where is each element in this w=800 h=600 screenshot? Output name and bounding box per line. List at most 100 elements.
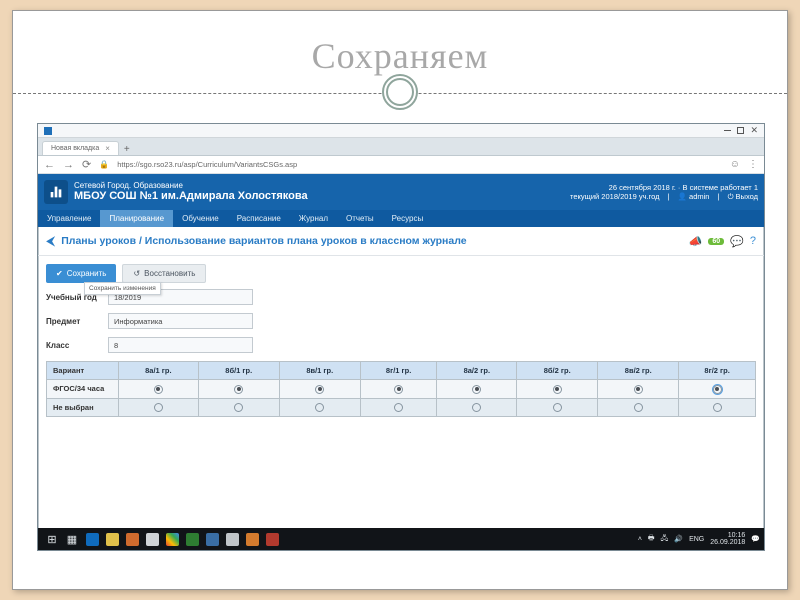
- col-group: 8г/2 гр.: [679, 362, 756, 380]
- variants-table: Вариант 8а/1 гр. 8б/1 гр. 8в/1 гр. 8г/1 …: [46, 361, 756, 417]
- nav-reload-icon[interactable]: ⟳: [82, 158, 91, 171]
- radio[interactable]: [713, 385, 722, 394]
- save-button[interactable]: ✔ Сохранить: [46, 264, 116, 283]
- col-group: 8б/2 гр.: [517, 362, 598, 380]
- radio[interactable]: [394, 403, 403, 412]
- tray-volume-icon[interactable]: 🔊: [674, 535, 683, 543]
- app-icon: [44, 127, 52, 135]
- profile-icon[interactable]: ☺: [730, 159, 740, 170]
- class-label: Класс: [46, 341, 108, 350]
- banner-datetime: 26 сентября 2018 г. · В системе работает…: [564, 183, 758, 192]
- ring-ornament: [382, 74, 418, 110]
- class-field[interactable]: 8: [108, 337, 253, 353]
- message-badge[interactable]: 60: [708, 238, 724, 245]
- radio[interactable]: [472, 385, 481, 394]
- app-banner: Сетевой Город. Образование МБОУ СОШ №1 и…: [38, 174, 764, 210]
- maximize-button[interactable]: [737, 127, 744, 134]
- table-row: ФГОС/34 часа: [47, 380, 756, 399]
- browser-window: ✕ Новая вкладка × + ← → ⟳ 🔒 https://sgo.…: [37, 123, 765, 551]
- radio[interactable]: [553, 403, 562, 412]
- taskbar-app[interactable]: [182, 530, 202, 548]
- app-logo: [44, 180, 68, 204]
- taskbar-app[interactable]: [162, 530, 182, 548]
- close-button[interactable]: ✕: [750, 125, 758, 136]
- address-bar: ← → ⟳ 🔒 https://sgo.rso23.ru/asp/Curricu…: [38, 156, 764, 174]
- tray-clock[interactable]: 10:16 26.09.2018: [710, 532, 745, 546]
- help-icon[interactable]: ?: [750, 235, 756, 247]
- radio[interactable]: [315, 385, 324, 394]
- main-menu: Управление Планирование Обучение Расписа…: [38, 210, 764, 227]
- taskbar-app[interactable]: [202, 530, 222, 548]
- taskbar-app[interactable]: [122, 530, 142, 548]
- windows-taskbar: ⊞ ▦ ˄ 🖶 🖧 🔊 ENG 10:16 26.09.2018: [38, 528, 764, 550]
- banner-line1: Сетевой Город. Образование: [74, 181, 308, 190]
- new-tab-button[interactable]: +: [124, 144, 130, 155]
- chat-icon[interactable]: 💬: [730, 235, 744, 248]
- save-tooltip: Сохранить изменения: [84, 282, 161, 295]
- col-group: 8а/2 гр.: [437, 362, 517, 380]
- taskbar-app[interactable]: [102, 530, 122, 548]
- slide: Сохраняем ✕ Новая вкладка × + ← → ⟳ 🔒 ht…: [12, 10, 788, 590]
- breadcrumb-text: Планы уроков / Использование вариантов п…: [61, 235, 466, 247]
- taskbar-app[interactable]: [82, 530, 102, 548]
- action-center-icon[interactable]: 💬: [751, 535, 760, 543]
- filter-form: Учебный год 18/2019 Предмет Информатика …: [38, 289, 764, 353]
- tray-chevron-icon[interactable]: ˄: [638, 536, 642, 543]
- tab-strip: Новая вкладка × +: [38, 138, 764, 156]
- radio[interactable]: [234, 403, 243, 412]
- radio[interactable]: [553, 385, 562, 394]
- taskbar-app[interactable]: [222, 530, 242, 548]
- menu-item[interactable]: Управление: [38, 210, 100, 227]
- menu-item[interactable]: Планирование: [100, 210, 173, 227]
- banner-line2: МБОУ СОШ №1 им.Адмирала Холостякова: [74, 190, 308, 203]
- radio[interactable]: [154, 403, 163, 412]
- logout-link[interactable]: Выход: [728, 192, 758, 201]
- minimize-button[interactable]: [724, 130, 731, 132]
- tray-language[interactable]: ENG: [689, 536, 704, 543]
- banner-year: текущий 2018/2019 уч.год: [570, 192, 660, 201]
- menu-dots-icon[interactable]: ⋮: [748, 159, 758, 170]
- tab-close-icon[interactable]: ×: [105, 144, 110, 153]
- col-group: 8в/1 гр.: [279, 362, 360, 380]
- megaphone-icon[interactable]: 📣: [689, 235, 703, 248]
- start-button[interactable]: ⊞: [42, 530, 62, 548]
- nav-back-icon[interactable]: ←: [44, 159, 55, 171]
- row-label: Не выбран: [47, 398, 119, 417]
- taskview-icon[interactable]: ▦: [62, 530, 82, 548]
- tray-printer-icon[interactable]: 🖶: [648, 534, 655, 545]
- menu-item[interactable]: Обучение: [173, 210, 228, 227]
- browser-tab[interactable]: Новая вкладка ×: [42, 141, 119, 155]
- taskbar-app[interactable]: [262, 530, 282, 548]
- subject-field[interactable]: Информатика: [108, 313, 253, 329]
- menu-item[interactable]: Расписание: [228, 210, 290, 227]
- banner-user[interactable]: admin: [678, 192, 710, 201]
- restore-label: Восстановить: [144, 269, 195, 278]
- nav-forward-icon[interactable]: →: [63, 159, 74, 171]
- radio[interactable]: [154, 385, 163, 394]
- radio[interactable]: [713, 403, 722, 412]
- slide-title: Сохраняем: [13, 35, 787, 77]
- url-text[interactable]: https://sgo.rso23.ru/asp/Curriculum/Vari…: [117, 160, 297, 169]
- system-tray[interactable]: ˄ 🖶 🖧 🔊 ENG 10:16 26.09.2018 💬: [638, 532, 760, 546]
- radio[interactable]: [634, 403, 643, 412]
- tray-network-icon[interactable]: 🖧: [661, 534, 669, 545]
- taskbar-app[interactable]: [142, 530, 162, 548]
- banner-right: 26 сентября 2018 г. · В системе работает…: [564, 183, 758, 202]
- menu-item[interactable]: Ресурсы: [383, 210, 433, 227]
- restore-button[interactable]: ↺ Восстановить: [122, 264, 206, 283]
- table-row: Не выбран: [47, 398, 756, 417]
- radio[interactable]: [394, 385, 403, 394]
- menu-item[interactable]: Отчеты: [337, 210, 383, 227]
- col-group: 8г/1 гр.: [360, 362, 437, 380]
- radio[interactable]: [234, 385, 243, 394]
- row-label: ФГОС/34 часа: [47, 380, 119, 399]
- col-variant: Вариант: [47, 362, 119, 380]
- col-group: 8б/1 гр.: [198, 362, 279, 380]
- radio[interactable]: [472, 403, 481, 412]
- radio[interactable]: [634, 385, 643, 394]
- action-toolbar: ✔ Сохранить ↺ Восстановить Сохранить изм…: [38, 256, 764, 289]
- menu-item[interactable]: Журнал: [290, 210, 337, 227]
- taskbar-app[interactable]: [242, 530, 262, 548]
- radio[interactable]: [315, 403, 324, 412]
- back-arrow-icon[interactable]: ⮜: [46, 233, 55, 249]
